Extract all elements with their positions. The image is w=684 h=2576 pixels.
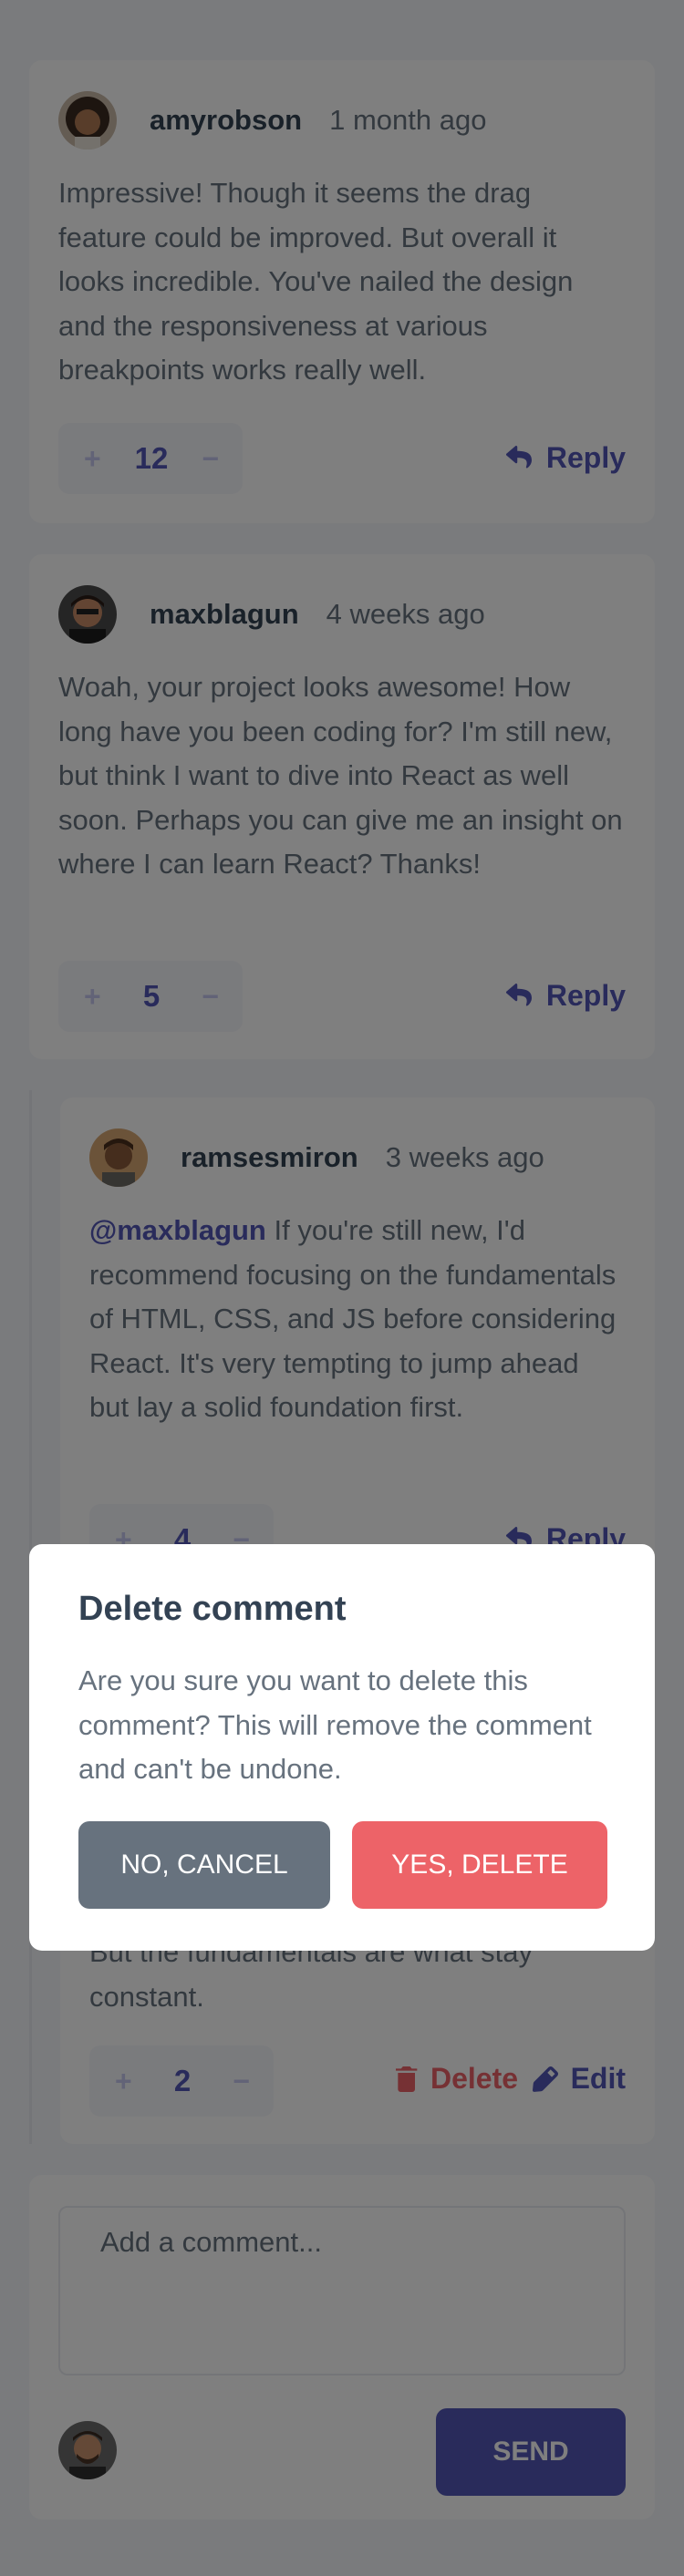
confirm-delete-button[interactable]: YES, DELETE — [352, 1821, 607, 1909]
cancel-button[interactable]: NO, CANCEL — [78, 1821, 330, 1909]
delete-modal: Delete comment Are you sure you want to … — [29, 1544, 655, 1951]
modal-title: Delete comment — [78, 1590, 347, 1628]
modal-overlay[interactable] — [0, 0, 684, 2576]
modal-text: Are you sure you want to delete this com… — [78, 1664, 592, 1785]
